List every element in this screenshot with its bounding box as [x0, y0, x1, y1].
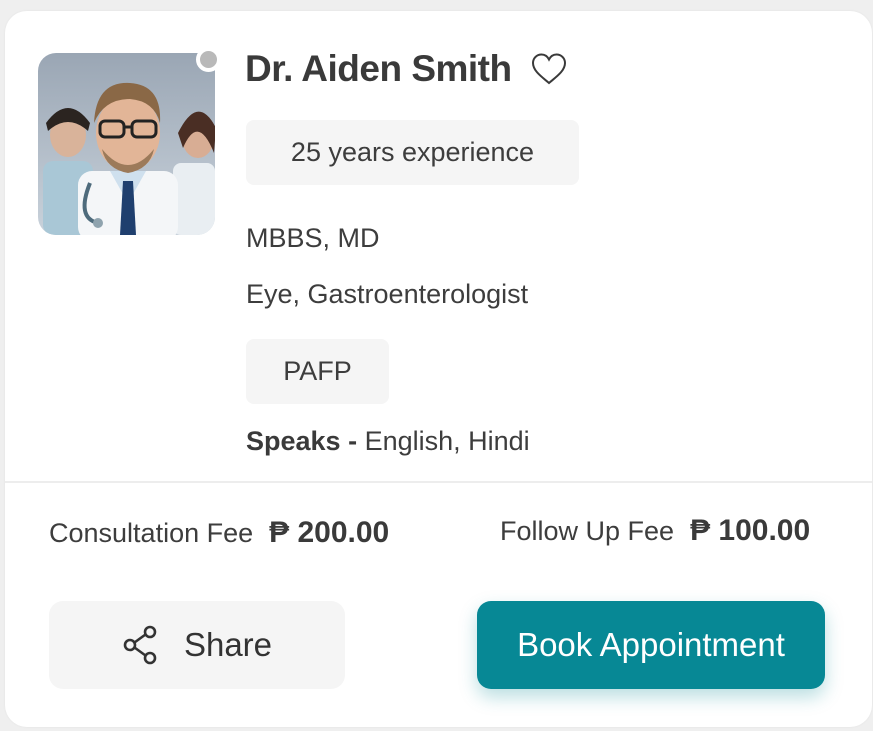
followup-fee-amount: ₱ 100.00	[690, 514, 811, 547]
speaks-label: Speaks -	[246, 426, 358, 456]
doctor-name: Dr. Aiden Smith	[245, 48, 512, 89]
doctor-photo	[38, 53, 215, 235]
online-status-dot	[196, 47, 221, 72]
experience-badge: 25 years experience	[246, 120, 579, 185]
share-icon	[123, 625, 157, 665]
share-button[interactable]: Share	[49, 601, 345, 689]
affiliation-badge: PAFP	[246, 339, 389, 404]
followup-fee-label: Follow Up Fee	[500, 516, 675, 546]
consultation-fee-label: Consultation Fee	[49, 518, 254, 548]
share-button-label: Share	[183, 626, 273, 663]
doctor-degree: MBBS, MD	[246, 223, 380, 253]
languages-value: English, Hindi	[364, 426, 530, 456]
doctor-photo-container	[38, 47, 221, 235]
languages-line: Speaks - English, Hindi	[246, 426, 530, 457]
consultation-fee: Consultation Fee ₱ 200.00	[49, 516, 389, 550]
heart-outline-icon[interactable]	[530, 52, 568, 86]
divider	[5, 481, 872, 483]
doctor-specialty: Eye, Gastroenterologist	[246, 279, 529, 309]
name-row: Dr. Aiden Smith	[245, 45, 568, 93]
doctor-card: Dr. Aiden Smith 25 years experience MBBS…	[5, 11, 872, 727]
consultation-fee-amount: ₱ 200.00	[269, 516, 390, 549]
followup-fee: Follow Up Fee ₱ 100.00	[500, 514, 810, 548]
book-appointment-button[interactable]: Book Appointment	[477, 601, 825, 689]
